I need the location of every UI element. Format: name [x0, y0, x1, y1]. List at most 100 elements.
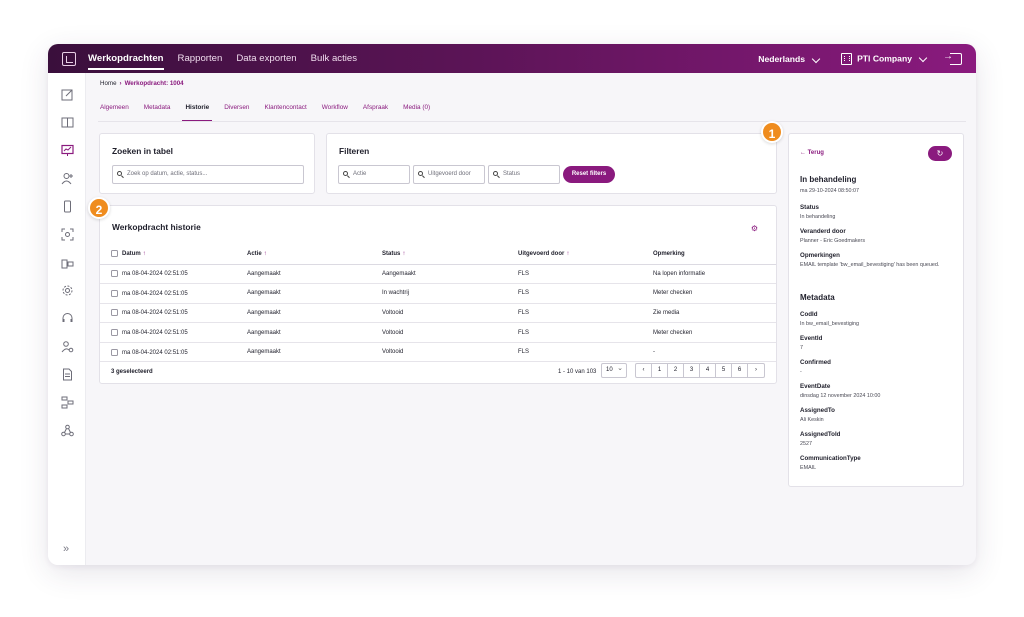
cell-opmerking: Meter checken — [642, 283, 776, 304]
sort-icon: ↑ — [402, 250, 406, 257]
add-user-icon[interactable] — [61, 172, 74, 185]
search-icon — [418, 171, 423, 176]
select-all-checkbox[interactable] — [111, 250, 118, 258]
cell-actie: Aangemaakt — [236, 342, 371, 363]
table-row[interactable]: ma 08-04-2024 02:51:05 Aangemaakt Aangem… — [100, 264, 776, 285]
row-checkbox[interactable] — [111, 270, 118, 278]
presentation-icon[interactable] — [61, 144, 74, 157]
breadcrumb-home[interactable]: Home — [100, 80, 117, 87]
metadata-title: Metadata — [800, 293, 835, 302]
workflow-icon[interactable] — [61, 396, 74, 409]
row-checkbox[interactable] — [111, 329, 118, 337]
back-link[interactable]: ← Terug — [800, 150, 824, 156]
status-value: In behandeling — [800, 214, 836, 220]
page-button[interactable]: 3 — [684, 364, 700, 377]
tab-klantencontact[interactable]: Klantencontact — [264, 104, 306, 121]
remarks-label: Opmerkingen — [800, 252, 840, 259]
tab-historie[interactable]: Historie — [182, 104, 213, 121]
filter-status[interactable]: Status — [488, 165, 560, 184]
breadcrumb: Home › Werkopdracht: 1004 — [100, 80, 184, 87]
tab-metadata[interactable]: Metadata — [144, 104, 171, 121]
next-page-button[interactable]: › — [748, 364, 764, 377]
prev-page-button[interactable]: ‹ — [636, 364, 652, 377]
row-checkbox[interactable] — [111, 309, 118, 317]
meta-value: Ali Keskin — [800, 417, 824, 423]
user-settings-icon[interactable] — [61, 340, 74, 353]
chevron-down-icon — [811, 54, 821, 63]
cell-datum-text: ma 08-04-2024 02:51:05 — [122, 290, 188, 297]
company-select[interactable]: PTI Company — [841, 52, 932, 65]
remarks-value: EMAIL template 'bw_email_bevestiging' ha… — [800, 262, 940, 268]
headset-icon[interactable] — [61, 312, 74, 325]
history-title: Werkopdracht historie — [112, 222, 201, 232]
page-button[interactable]: 6 — [732, 364, 748, 377]
row-checkbox[interactable] — [111, 289, 118, 297]
page-size-select[interactable]: 10 — [601, 362, 627, 378]
search-input[interactable]: Zoek op datum, actie, status... — [112, 165, 304, 184]
reset-filters-button[interactable]: Reset filters — [563, 166, 615, 183]
table-row[interactable]: ma 08-04-2024 02:51:05 Aangemaakt In wac… — [100, 283, 776, 304]
tab-afspraak[interactable]: Afspraak — [363, 104, 388, 121]
cell-datum-text: ma 08-04-2024 02:51:05 — [122, 310, 188, 317]
nav-data-exporten[interactable]: Data exporten — [236, 53, 296, 64]
page-button[interactable]: 5 — [716, 364, 732, 377]
logout-icon[interactable] — [943, 51, 962, 65]
col-actie[interactable]: Actie ↑ — [236, 244, 371, 265]
network-icon[interactable] — [61, 424, 74, 437]
meta-label: CommunicationType — [800, 455, 861, 462]
col-datum[interactable]: Datum ↑ — [100, 244, 236, 265]
split-view-icon[interactable] — [61, 116, 74, 129]
edit-icon[interactable] — [61, 88, 74, 101]
nav-bulk-acties[interactable]: Bulk acties — [311, 53, 357, 64]
col-uitgevoerd-door[interactable]: Uitgevoerd door ↑ — [507, 244, 642, 265]
pagination-range: 1 - 10 van 103 — [558, 369, 597, 375]
filter-actie-label: Actie — [353, 171, 367, 177]
table-row[interactable]: ma 08-04-2024 02:51:05 Aangemaakt Voltoo… — [100, 342, 776, 363]
tab-workflow[interactable]: Workflow — [322, 104, 348, 121]
col-status-label: Status — [382, 250, 401, 257]
language-select[interactable]: Nederlands — [758, 54, 825, 64]
cell-datum-text: ma 08-04-2024 02:51:05 — [122, 349, 188, 356]
page-button[interactable]: 1 — [652, 364, 668, 377]
col-opmerking-label: Opmerking — [653, 250, 685, 257]
cell-status: Voltooid — [371, 322, 507, 343]
document-icon[interactable] — [61, 368, 74, 381]
col-status[interactable]: Status ↑ — [371, 244, 507, 265]
settings-icon[interactable] — [61, 284, 74, 297]
refresh-button[interactable]: ↻ — [928, 146, 952, 161]
cell-datum-text: ma 08-04-2024 02:51:05 — [122, 330, 188, 337]
page-size-value: 10 — [606, 367, 613, 373]
meta-label: AssignedToId — [800, 431, 841, 438]
tab-divider — [98, 121, 966, 122]
tab-media[interactable]: Media (0) — [403, 104, 430, 121]
cell-opmerking: - — [642, 342, 776, 363]
expand-sidebar-icon[interactable]: » — [63, 543, 69, 555]
mobile-icon[interactable] — [61, 200, 74, 213]
cell-actie: Aangemaakt — [236, 283, 371, 304]
nav-werkopdrachten[interactable]: Werkopdrachten — [88, 53, 164, 70]
cell-actie: Aangemaakt — [236, 322, 371, 343]
col-opmerking: Opmerking — [642, 244, 776, 265]
devices-icon[interactable] — [61, 256, 74, 269]
row-checkbox[interactable] — [111, 348, 118, 356]
language-label: Nederlands — [758, 53, 806, 64]
gear-icon[interactable]: ⚙ — [751, 224, 758, 233]
app-logo-icon[interactable] — [62, 51, 76, 66]
filter-uitgevoerd-door[interactable]: Uitgevoerd door — [413, 165, 485, 184]
topbar-right: Nederlands PTI Company — [758, 51, 962, 65]
main-nav: Werkopdrachten Rapporten Data exporten B… — [88, 44, 357, 73]
page-button[interactable]: 4 — [700, 364, 716, 377]
history-table: Datum ↑ Actie ↑ Status ↑ Uitgevoerd door ↑ O… — [100, 244, 776, 363]
top-navigation-bar: Werkopdrachten Rapporten Data exporten B… — [48, 44, 976, 73]
table-row[interactable]: ma 08-04-2024 02:51:05 Aangemaakt Voltoo… — [100, 322, 776, 343]
filter-actie[interactable]: Actie — [338, 165, 410, 184]
cell-actie: Aangemaakt — [236, 303, 371, 324]
tab-diversen[interactable]: Diversen — [224, 104, 249, 121]
meta-value: 7 — [800, 345, 803, 351]
scan-icon[interactable] — [61, 228, 74, 241]
table-row[interactable]: ma 08-04-2024 02:51:05 Aangemaakt Voltoo… — [100, 303, 776, 324]
page-button[interactable]: 2 — [668, 364, 684, 377]
nav-rapporten[interactable]: Rapporten — [178, 53, 223, 64]
cell-status: Aangemaakt — [371, 264, 507, 285]
tab-algemeen[interactable]: Algemeen — [100, 104, 129, 121]
